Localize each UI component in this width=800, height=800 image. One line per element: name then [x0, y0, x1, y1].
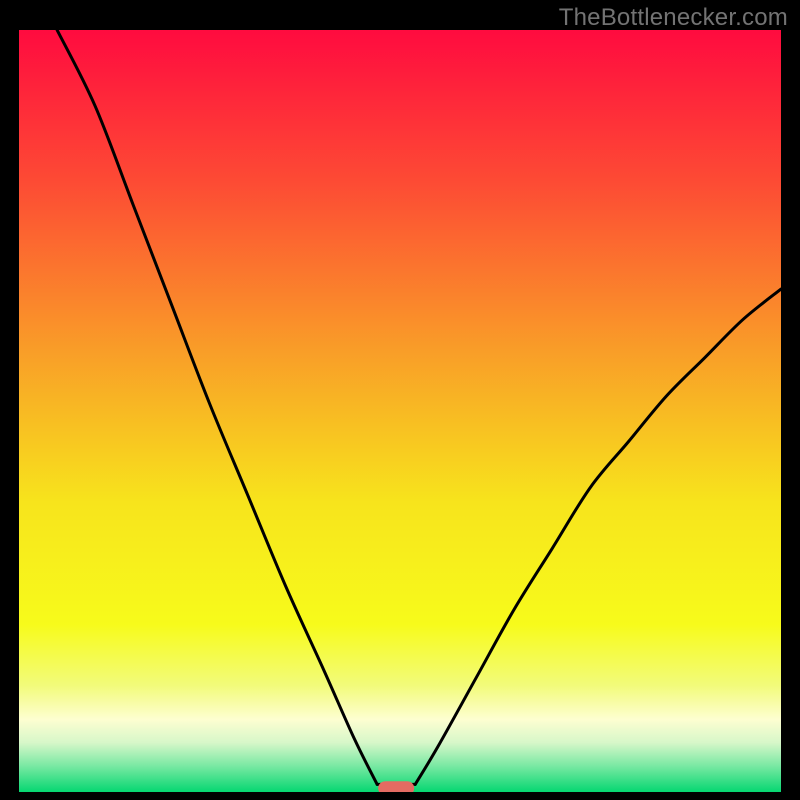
optimal-marker	[378, 781, 414, 792]
plot-area	[19, 30, 781, 792]
gradient-background	[19, 30, 781, 792]
bottleneck-chart	[19, 30, 781, 792]
chart-container: TheBottlenecker.com	[0, 0, 800, 800]
watermark-text: TheBottlenecker.com	[559, 4, 788, 32]
